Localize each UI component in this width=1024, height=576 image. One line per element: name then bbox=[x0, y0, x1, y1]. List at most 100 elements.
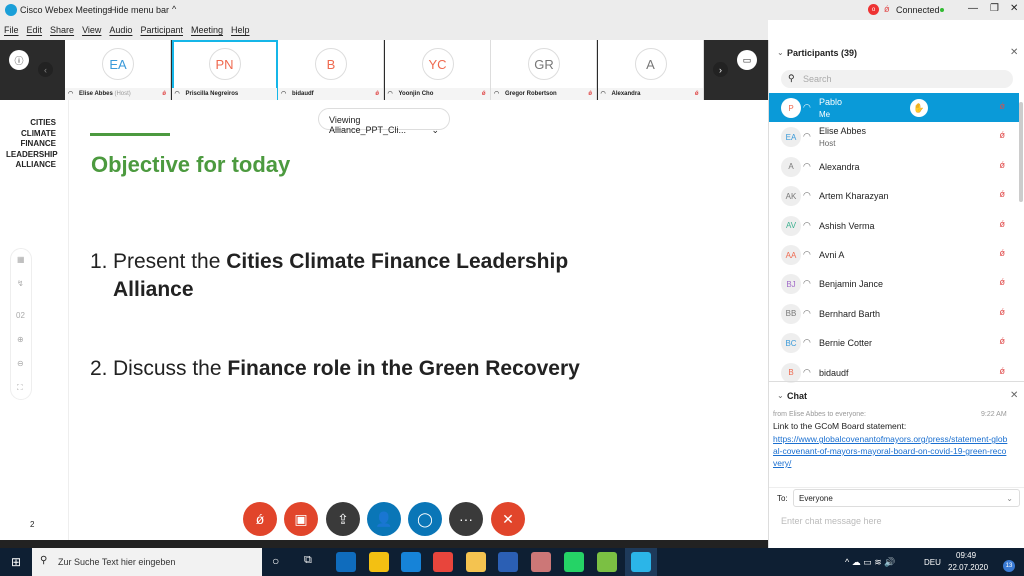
file-explorer-icon[interactable] bbox=[466, 552, 486, 572]
info-icon[interactable]: ⓘ bbox=[9, 50, 29, 70]
viewing-dropdown[interactable]: Viewing Alliance_PPT_Cli... ⌄ bbox=[318, 108, 450, 135]
grid-icon[interactable]: ▦ bbox=[17, 255, 25, 264]
mic-muted-icon[interactable]: ǿ bbox=[1000, 248, 1006, 258]
wechat-icon[interactable] bbox=[597, 552, 617, 572]
menu-meeting[interactable]: Meeting bbox=[191, 25, 223, 35]
menu-file[interactable]: File bbox=[4, 25, 19, 35]
participant-row[interactable]: AA ◠ Avni A ǿ bbox=[769, 240, 1019, 269]
language-indicator[interactable]: DEU bbox=[924, 558, 941, 567]
scroll-right-button[interactable]: › bbox=[713, 62, 728, 77]
menu-audio[interactable]: Audio bbox=[109, 25, 132, 35]
chat-button[interactable]: ◯ bbox=[408, 502, 442, 536]
share-button[interactable]: ⇪ bbox=[326, 502, 360, 536]
fit-screen-icon[interactable]: ⛶ bbox=[17, 383, 23, 393]
participant-row[interactable]: AV ◠ Ashish Verma ǿ bbox=[769, 211, 1019, 240]
participant-row[interactable]: P ◠ Pablo Me ✋ ǿ bbox=[769, 93, 1019, 122]
participants-button[interactable]: 👤 bbox=[367, 502, 401, 536]
participant-row[interactable]: B ◠ bidaudf ǿ bbox=[769, 358, 1019, 387]
mute-button[interactable]: ǿ bbox=[243, 502, 277, 536]
tile-role: (Host) bbox=[114, 91, 131, 97]
search-input[interactable]: ⚲ Search bbox=[781, 70, 1013, 88]
chat-input[interactable]: Enter chat message here bbox=[781, 516, 882, 526]
windows-start-icon[interactable]: ⊞ bbox=[11, 555, 21, 569]
video-tile[interactable]: EA ◠ Elise Abbes (Host) ǿ bbox=[65, 40, 171, 100]
cortana-icon[interactable]: ○ bbox=[272, 554, 279, 568]
participant-row[interactable]: BC ◠ Bernie Cotter ǿ bbox=[769, 328, 1019, 357]
webex-taskbar-button[interactable] bbox=[625, 548, 657, 576]
video-tile[interactable]: YC ◠ Yoonjin Cho ǿ bbox=[384, 40, 491, 100]
mic-muted-icon[interactable]: ǿ bbox=[1000, 130, 1006, 140]
menu-bar: File Edit Share View Audio Participant M… bbox=[0, 20, 768, 40]
avatar: AV bbox=[781, 215, 801, 236]
whatsapp-icon[interactable] bbox=[564, 552, 584, 572]
participant-row[interactable]: BB ◠ Bernhard Barth ǿ bbox=[769, 299, 1019, 328]
mic-muted-icon[interactable]: ǿ bbox=[1000, 277, 1006, 287]
close-button[interactable]: ✕ bbox=[1010, 3, 1018, 14]
mic-muted-icon[interactable]: ǿ bbox=[884, 4, 890, 14]
video-tile[interactable]: A ◠ Alexandra ǿ bbox=[597, 40, 704, 100]
menu-share[interactable]: Share bbox=[50, 25, 74, 35]
menu-participant[interactable]: Participant bbox=[140, 25, 183, 35]
taskbar-search[interactable]: ⚲ Zur Suche Text hier eingeben bbox=[32, 548, 262, 576]
mic-muted-icon[interactable]: ǿ bbox=[1000, 307, 1006, 317]
menu-help[interactable]: Help bbox=[231, 25, 250, 35]
bottom-border bbox=[0, 540, 768, 548]
mic-muted-icon[interactable]: ǿ bbox=[1000, 219, 1006, 229]
raise-hand-icon[interactable]: ✋ bbox=[910, 99, 928, 117]
pdf-tool-icon[interactable] bbox=[531, 552, 551, 572]
mic-muted-icon[interactable]: ǿ bbox=[1000, 101, 1006, 111]
outlook-icon[interactable] bbox=[336, 552, 356, 572]
logo-line: ALLIANCE bbox=[15, 160, 56, 169]
video-tile[interactable]: PN ◠ Priscilla Negreiros bbox=[171, 40, 278, 100]
close-chat-button[interactable]: ✕ bbox=[1010, 390, 1018, 401]
record-icon[interactable]: o bbox=[868, 4, 879, 15]
chrome-icon[interactable] bbox=[433, 552, 453, 572]
collapse-icon[interactable]: ⌄ bbox=[777, 48, 784, 57]
participant-name: Alexandra bbox=[819, 161, 860, 172]
participant-name: Pablo bbox=[819, 97, 843, 107]
clock-time[interactable]: 09:49 bbox=[956, 551, 976, 560]
menu-view[interactable]: View bbox=[82, 25, 101, 35]
zoom-out-icon[interactable]: ⊖ bbox=[17, 359, 24, 368]
clock-date[interactable]: 22.07.2020 bbox=[948, 563, 988, 572]
avatar: BC bbox=[781, 333, 801, 354]
headset-icon: ◠ bbox=[494, 91, 500, 97]
layout-icon[interactable]: ▭ bbox=[737, 50, 757, 70]
participant-row[interactable]: A ◠ Alexandra ǿ bbox=[769, 152, 1019, 181]
close-participants-button[interactable]: ✕ bbox=[1010, 47, 1018, 58]
meeting-app-icon[interactable] bbox=[401, 552, 421, 572]
more-button[interactable]: ··· bbox=[449, 502, 483, 536]
notifications-badge[interactable]: 13 bbox=[1003, 560, 1015, 572]
mic-muted-icon[interactable]: ǿ bbox=[1000, 336, 1006, 346]
avatar: AK bbox=[781, 186, 801, 207]
participants-scrollbar[interactable] bbox=[1019, 102, 1023, 202]
participant-row[interactable]: EA ◠ Elise Abbes Host ǿ bbox=[769, 122, 1019, 151]
leave-button[interactable]: ✕ bbox=[491, 502, 525, 536]
participant-name: Ashish Verma bbox=[819, 220, 875, 231]
recipient-select[interactable]: Everyone ⌄ bbox=[793, 489, 1020, 507]
system-tray-icons[interactable]: ^ ☁ ▭ ≋ 🔊 bbox=[845, 557, 895, 568]
chevron-up-icon[interactable]: ^ bbox=[172, 4, 176, 14]
task-view-icon[interactable]: ⧉ bbox=[304, 554, 312, 567]
mic-muted-icon[interactable]: ǿ bbox=[1000, 366, 1006, 376]
maximize-button[interactable]: ❐ bbox=[990, 3, 999, 14]
sticky-notes-icon[interactable] bbox=[369, 552, 389, 572]
tile-name: Elise Abbes bbox=[79, 91, 113, 97]
chat-link[interactable]: https://www.globalcovenantofmayors.org/p… bbox=[773, 433, 1009, 469]
minimize-button[interactable]: — bbox=[968, 3, 978, 14]
zoom-in-icon[interactable]: ⊕ bbox=[17, 335, 24, 344]
video-tile[interactable]: B ◠ bidaudf ǿ bbox=[278, 40, 384, 100]
participant-row[interactable]: BJ ◠ Benjamin Jance ǿ bbox=[769, 269, 1019, 298]
participant-row[interactable]: AK ◠ Artem Kharazyan ǿ bbox=[769, 181, 1019, 210]
participant-role: Me bbox=[819, 110, 831, 119]
pointer-icon[interactable]: ↯ bbox=[17, 279, 24, 288]
mic-muted-icon[interactable]: ǿ bbox=[1000, 160, 1006, 170]
word-icon[interactable] bbox=[498, 552, 518, 572]
video-tile[interactable]: GR ◠ Gregor Robertson ǿ bbox=[491, 40, 597, 100]
collapse-icon[interactable]: ⌄ bbox=[777, 391, 784, 400]
menu-edit[interactable]: Edit bbox=[27, 25, 43, 35]
scroll-left-button[interactable]: ‹ bbox=[38, 62, 53, 77]
hide-menu-bar-button[interactable]: Hide menu bar bbox=[110, 5, 169, 15]
mic-muted-icon[interactable]: ǿ bbox=[1000, 189, 1006, 199]
video-button[interactable]: ▣ bbox=[284, 502, 318, 536]
